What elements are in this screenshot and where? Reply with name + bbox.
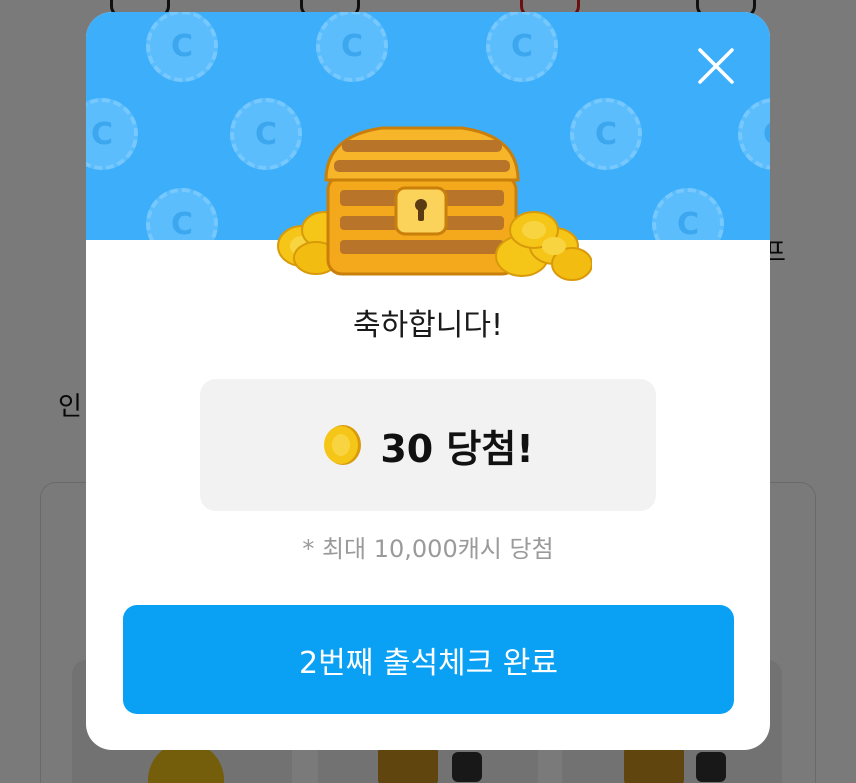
prize-box: 30 당첨!: [200, 379, 656, 511]
close-icon[interactable]: [696, 46, 736, 86]
pattern-coin-icon: C: [652, 188, 724, 240]
pattern-coin-icon: C: [146, 188, 218, 240]
coin-icon: [324, 425, 362, 465]
modal-title: 축하합니다!: [352, 308, 504, 343]
attendance-complete-button[interactable]: 2번째 출석체크 완료: [123, 605, 734, 714]
pattern-coin-icon: C: [486, 12, 558, 82]
prize-amount: 30 당첨!: [380, 426, 534, 471]
max-prize-note: * 최대 10,000캐시 당첨: [302, 535, 554, 563]
attendance-reward-modal: C C C C C C C C C: [86, 12, 770, 750]
pattern-coin-icon: C: [146, 12, 218, 82]
treasure-chest-icon: [272, 118, 593, 288]
pattern-coin-icon: C: [86, 98, 138, 170]
pattern-coin-icon: C: [738, 98, 770, 170]
pattern-coin-icon: C: [316, 12, 388, 82]
